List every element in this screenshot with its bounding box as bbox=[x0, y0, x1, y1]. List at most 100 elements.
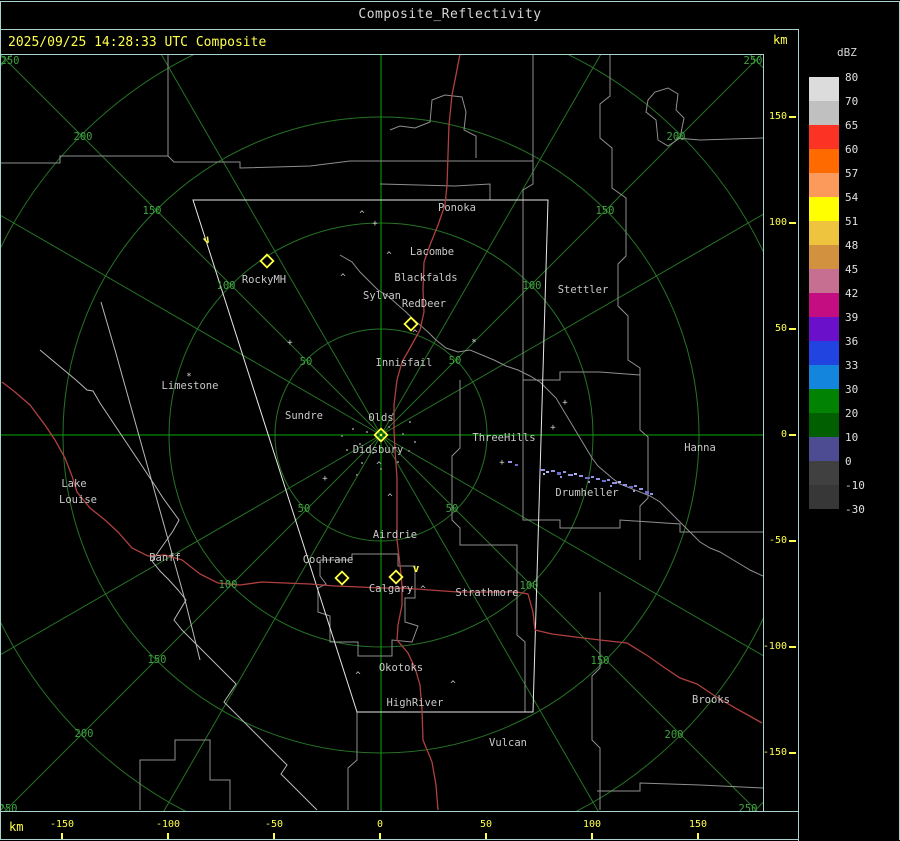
city-label: Airdrie bbox=[373, 529, 417, 541]
city-label: Brooks bbox=[692, 694, 730, 706]
precip-echo bbox=[540, 469, 545, 471]
precip-echo bbox=[508, 461, 512, 463]
colorbar-end-value: -30 bbox=[845, 503, 865, 516]
county-boundary bbox=[0, 54, 169, 164]
colorbar-swatch bbox=[809, 173, 839, 197]
colorbar-unit-label: dBZ bbox=[837, 46, 857, 59]
precip-echo bbox=[612, 482, 617, 484]
colorbar-swatch bbox=[809, 413, 839, 437]
y-axis-tick-mark bbox=[789, 752, 796, 754]
bottom-axis-unit: km bbox=[9, 820, 24, 834]
ring-distance-label: 100 bbox=[219, 579, 238, 591]
y-axis-tick-mark bbox=[789, 540, 796, 542]
colorbar-swatch bbox=[809, 437, 839, 461]
colorbar-swatch bbox=[809, 317, 839, 341]
colorbar-value: 20 bbox=[845, 407, 859, 420]
ring-distance-label: 250 bbox=[1, 55, 20, 67]
precip-echo bbox=[591, 476, 594, 478]
precip-echo bbox=[515, 464, 518, 466]
ring-distance-label: 150 bbox=[596, 205, 615, 217]
colorbar-value: 10 bbox=[845, 431, 859, 444]
city-label: Lake bbox=[61, 478, 86, 490]
precip-echo bbox=[596, 478, 600, 480]
colorbar-value: 57 bbox=[845, 167, 859, 180]
y-axis-tick-label: 150 bbox=[768, 111, 787, 122]
clutter-dot bbox=[356, 474, 358, 476]
y-axis-tick-label: 50 bbox=[774, 323, 787, 334]
city-label: ThreeHills bbox=[472, 432, 535, 444]
town-marker: * bbox=[471, 338, 476, 348]
clutter-dot bbox=[409, 421, 411, 423]
y-axis-tick-mark bbox=[789, 328, 796, 330]
radar-app-window: { "window": { "title": "Composite_Reflec… bbox=[0, 0, 900, 841]
colorbar-swatch bbox=[809, 149, 839, 173]
city-label: Strathmore bbox=[455, 587, 518, 599]
county-boundary bbox=[347, 712, 358, 810]
x-axis-tick-label: -150 bbox=[49, 819, 75, 830]
y-axis-tick-mark bbox=[789, 646, 796, 648]
precip-echo bbox=[633, 490, 635, 492]
ring-distance-label: 200 bbox=[75, 728, 94, 740]
ring-distance-label: 200 bbox=[665, 729, 684, 741]
city-label: Vulcan bbox=[489, 737, 527, 749]
town-marker: + bbox=[287, 338, 293, 348]
ring-distance-label: 50 bbox=[300, 356, 313, 368]
town-marker: ^ bbox=[386, 251, 392, 261]
city-label: Innisfail bbox=[376, 357, 433, 369]
precip-echo bbox=[574, 473, 577, 475]
city-label: Cochrane bbox=[303, 554, 354, 566]
ring-distance-label: 100 bbox=[520, 580, 539, 592]
clutter-dot bbox=[397, 461, 399, 463]
city-label: Lacombe bbox=[410, 246, 454, 258]
colorbar-value: 48 bbox=[845, 239, 859, 252]
precip-echo bbox=[588, 481, 590, 483]
colorbar-panel: dBZ 80 70 65 60 57 54 51 48 45 42 39 36 33 30 20 10 0 -10… bbox=[798, 29, 900, 841]
y-axis-tick-mark bbox=[789, 222, 796, 224]
storm-vector-arrowhead: v bbox=[413, 562, 420, 575]
timestamp-label: 2025/09/25 14:28:33 UTC Composite bbox=[8, 35, 267, 50]
ring-distance-label: 150 bbox=[143, 205, 162, 217]
storm-vector-arrowhead: v bbox=[201, 232, 213, 247]
x-axis-tick-label: 0 bbox=[376, 819, 384, 830]
city-label: Sundre bbox=[285, 410, 323, 422]
colorbar-swatch bbox=[809, 293, 839, 317]
precip-echo bbox=[639, 488, 643, 490]
window-title: Composite_Reflectivity bbox=[358, 7, 542, 22]
county-boundary bbox=[530, 519, 763, 533]
county-boundary bbox=[317, 553, 419, 657]
city-label: Okotoks bbox=[379, 662, 423, 674]
ring-distance-label: 50 bbox=[446, 503, 459, 515]
town-marker: + bbox=[322, 474, 328, 484]
city-label: Didsbury bbox=[353, 444, 404, 456]
precip-echo bbox=[629, 486, 633, 488]
mountain-divide bbox=[39, 349, 318, 811]
city-label: Louise bbox=[59, 494, 97, 506]
town-marker: ^ bbox=[359, 210, 365, 220]
x-axis-tick-label: 150 bbox=[688, 819, 708, 830]
county-boundary bbox=[523, 371, 641, 381]
radar-map-canvas[interactable]: 50 100 150 200 250 50 100 150 200 250 50 100 150 200 2… bbox=[0, 54, 763, 812]
x-axis-tick-label: -100 bbox=[155, 819, 181, 830]
azimuth-spoke bbox=[380, 434, 600, 812]
town-marker: ^ bbox=[420, 585, 426, 595]
precip-echo bbox=[546, 471, 549, 473]
county-boundary bbox=[389, 94, 477, 158]
city-label: Ponoka bbox=[438, 202, 476, 214]
clutter-dot bbox=[414, 441, 416, 443]
ring-distance-label: 250 bbox=[744, 55, 763, 67]
y-axis-tick-mark bbox=[789, 116, 796, 118]
ring-distance-label: 200 bbox=[667, 131, 686, 143]
y-axis-tick-label: 0 bbox=[780, 429, 787, 440]
county-boundary bbox=[379, 183, 491, 200]
precip-echo bbox=[645, 491, 649, 494]
radar-map[interactable]: 50 100 150 200 250 50 100 150 200 250 50 100 150 200 2… bbox=[0, 54, 763, 812]
county-boundary bbox=[675, 137, 763, 141]
precip-echo bbox=[563, 471, 566, 473]
colorbar-value: 80 bbox=[845, 71, 859, 84]
clutter-dot bbox=[366, 431, 368, 433]
clutter-dot bbox=[361, 462, 363, 464]
town-marker: + bbox=[499, 458, 505, 468]
colorbar-swatch bbox=[809, 269, 839, 293]
precip-echo bbox=[557, 472, 561, 475]
window-left-border bbox=[0, 1, 1, 840]
